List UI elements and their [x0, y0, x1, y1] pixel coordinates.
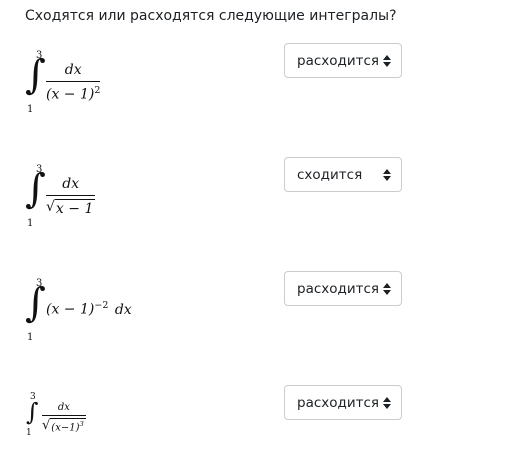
numerator: dx — [64, 62, 82, 78]
integral-sign: ∫ — [25, 52, 46, 98]
fraction: dx √x − 1 — [46, 176, 96, 217]
select-value: расходится — [297, 395, 380, 411]
integral-sign: ∫ — [25, 166, 46, 212]
convergence-select-4[interactable]: расходится — [284, 385, 402, 420]
numerator: dx — [62, 176, 80, 192]
integral-sign: ∫ — [25, 280, 46, 326]
square-root: √x − 1 — [46, 199, 96, 217]
denominator: √(x−1)3 — [42, 416, 86, 433]
fraction: dx (x − 1)2 — [46, 62, 101, 103]
integral-sign: ∫ — [26, 398, 39, 426]
denominator: √x − 1 — [46, 196, 96, 217]
denominator: (x − 1)2 — [46, 85, 101, 103]
up-down-caret-icon — [383, 55, 391, 67]
integral-3: 3 ∫ 1 (x − 1)−2 dx — [22, 278, 162, 348]
convergence-select-2[interactable]: сходится — [284, 157, 402, 192]
select-value: расходится — [297, 281, 380, 297]
integral-4: 3 ∫ 1 dx √(x−1)3 — [22, 392, 132, 447]
lower-limit: 1 — [26, 428, 32, 438]
lower-limit: 1 — [27, 218, 34, 229]
lower-limit: 1 — [27, 104, 34, 115]
integral-1: 3 ∫ 1 dx (x − 1)2 — [22, 50, 132, 120]
convergence-select-3[interactable]: расходится — [284, 271, 402, 306]
up-down-caret-icon — [383, 283, 391, 295]
fraction: dx √(x−1)3 — [42, 402, 86, 433]
lower-limit: 1 — [27, 332, 34, 343]
convergence-select-1[interactable]: расходится — [284, 43, 402, 78]
integrand: (x − 1)−2 dx — [46, 300, 132, 318]
select-value: сходится — [297, 167, 363, 183]
question-text: Сходятся или расходятся следующие интегр… — [25, 8, 397, 24]
up-down-caret-icon — [383, 397, 391, 409]
up-down-caret-icon — [383, 169, 391, 181]
square-root: √(x−1)3 — [42, 418, 86, 434]
select-value: расходится — [297, 53, 380, 69]
integral-2: 3 ∫ 1 dx √x − 1 — [22, 164, 132, 234]
numerator: dx — [57, 402, 70, 413]
